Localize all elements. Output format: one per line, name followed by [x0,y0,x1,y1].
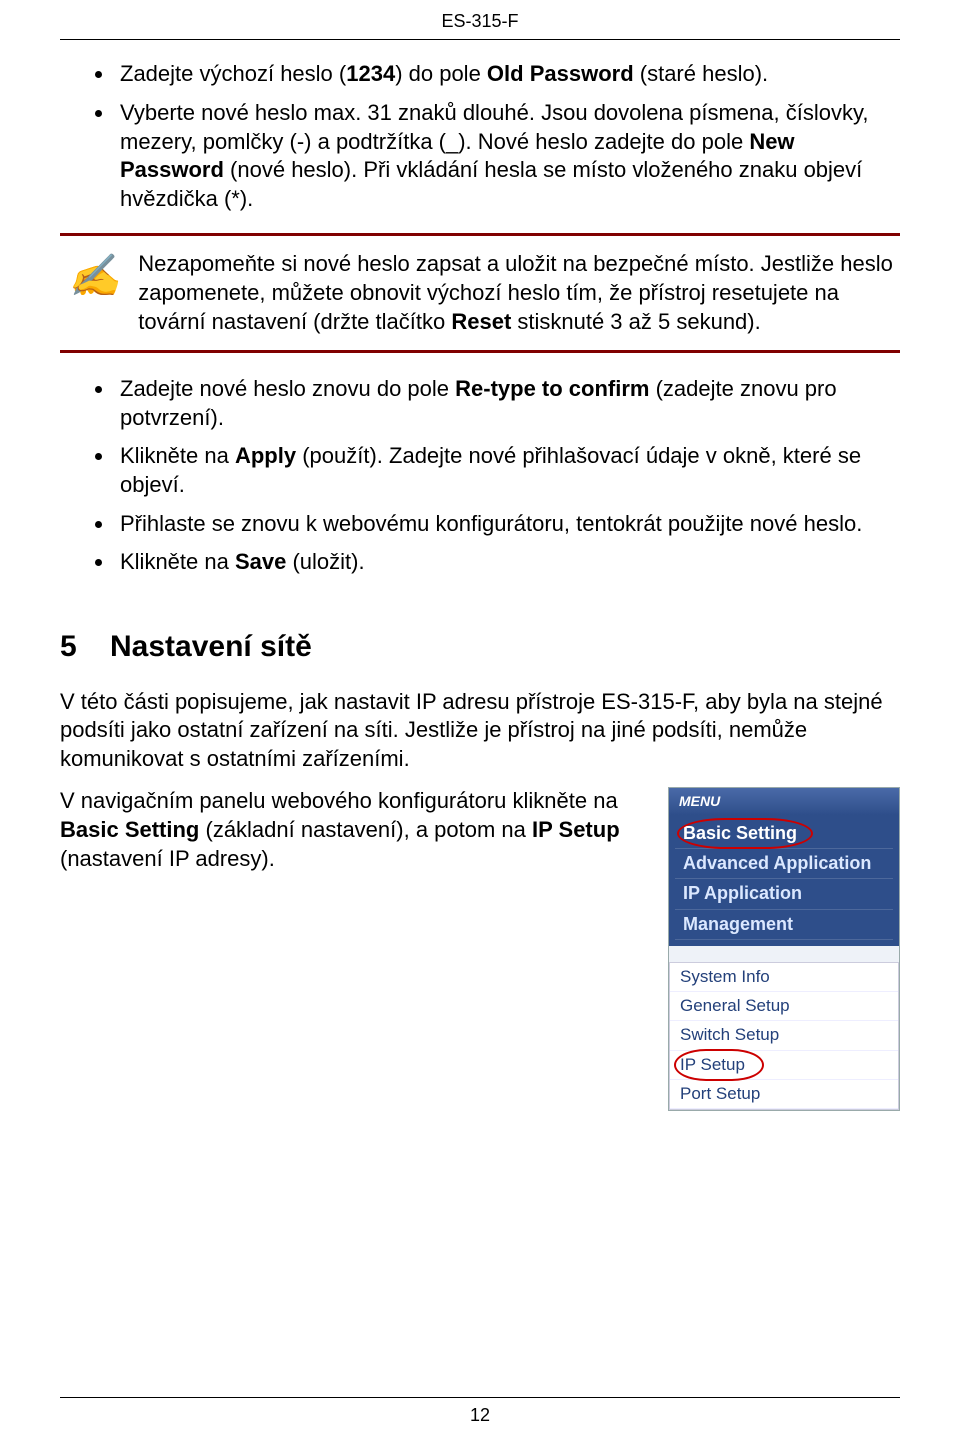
menu-item-basic-setting[interactable]: Basic Setting [675,819,893,849]
instruction-list-1: Zadejte výchozí heslo (1234) do pole Old… [60,60,900,213]
page-header: ES-315-F [60,0,900,40]
list-item: Vyberte nové heslo max. 31 znaků dlouhé.… [115,99,900,213]
menu-title: MENU [669,788,899,814]
list-item: Zadejte nové heslo znovu do pole Re-type… [115,375,900,432]
list-item: Zadejte výchozí heslo (1234) do pole Old… [115,60,900,89]
note-text: Nezapomeňte si nové heslo zapsat a uloži… [138,250,900,336]
page-number: 12 [470,1405,490,1425]
submenu-item-ip-setup[interactable]: IP Setup [670,1051,898,1080]
menu-item-ip-app[interactable]: IP Application [675,879,893,909]
list-item: Klikněte na Apply (použít). Zadejte nové… [115,442,900,499]
page-footer: 12 [60,1397,900,1427]
write-icon: ✍ [60,256,138,298]
list-item: Klikněte na Save (uložit). [115,548,900,577]
note-callout: ✍ Nezapomeňte si nové heslo zapsat a ulo… [60,233,900,353]
section-heading: 5Nastavení sítě [60,627,900,666]
paragraph: V navigačním panelu webového konfiguráto… [60,787,650,873]
menu-item-management[interactable]: Management [675,910,893,940]
submenu-item[interactable]: Switch Setup [670,1021,898,1050]
menu-item-advanced[interactable]: Advanced Application [675,849,893,879]
submenu-item[interactable]: Port Setup [670,1080,898,1109]
list-item: Přihlaste se znovu k webovému konfigurát… [115,510,900,539]
submenu-item[interactable]: General Setup [670,992,898,1021]
model-label: ES-315-F [441,11,518,31]
paragraph: V této části popisujeme, jak nastavit IP… [60,688,900,774]
menu-screenshot: MENU Basic Setting Advanced Application … [668,787,900,1110]
submenu-item[interactable]: System Info [670,963,898,992]
instruction-list-2: Zadejte nové heslo znovu do pole Re-type… [60,375,900,577]
